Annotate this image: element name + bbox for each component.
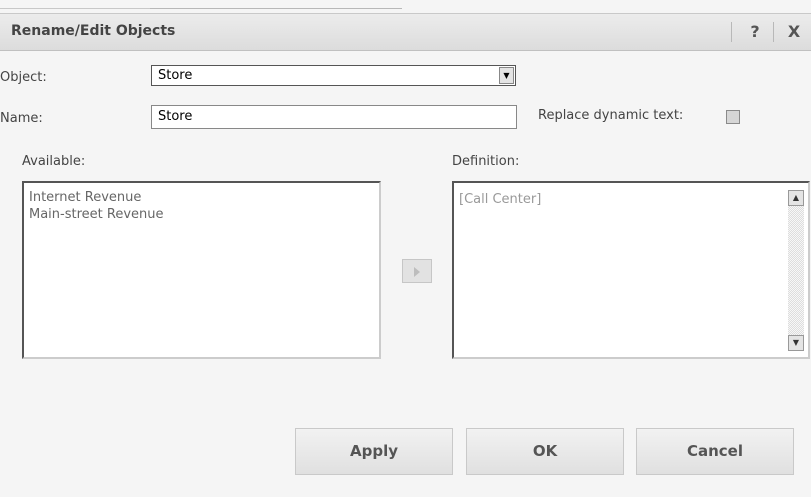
available-list[interactable]: Internet Revenue Main-street Revenue [22, 181, 381, 359]
close-button[interactable]: X [780, 20, 808, 44]
top-strip [0, 0, 811, 12]
name-field[interactable] [158, 109, 498, 124]
scrollbar-track[interactable] [788, 206, 804, 335]
list-item[interactable]: Main-street Revenue [24, 206, 164, 223]
dialog-titlebar: Rename/Edit Objects ? X [0, 13, 811, 51]
replace-dynamic-checkbox[interactable] [726, 110, 740, 124]
object-select[interactable]: Store ▼ [151, 65, 516, 86]
title-separator [773, 22, 774, 42]
move-button[interactable] [402, 259, 432, 283]
object-label: Object: [0, 70, 47, 85]
definition-list[interactable]: [Call Center] ▲ ▼ [452, 181, 810, 359]
list-item[interactable]: [Call Center] [454, 191, 541, 208]
object-select-value: Store [158, 68, 193, 83]
name-field-wrapper [151, 105, 517, 129]
list-item[interactable]: Internet Revenue [24, 189, 164, 206]
definition-label: Definition: [452, 154, 520, 169]
scroll-down-icon[interactable]: ▼ [788, 335, 804, 351]
help-button[interactable]: ? [741, 20, 769, 44]
cancel-button[interactable]: Cancel [636, 428, 794, 475]
right-arrow-icon [414, 267, 420, 277]
dialog-title: Rename/Edit Objects [11, 23, 176, 39]
title-separator [731, 22, 732, 42]
chevron-down-icon[interactable]: ▼ [499, 67, 514, 84]
available-label: Available: [22, 154, 86, 169]
scroll-up-icon[interactable]: ▲ [788, 190, 804, 206]
name-label: Name: [0, 111, 43, 126]
ok-button[interactable]: OK [466, 428, 624, 475]
top-divider [150, 8, 402, 9]
replace-dynamic-label: Replace dynamic text: [538, 108, 684, 123]
apply-button[interactable]: Apply [295, 428, 453, 475]
top-divider [0, 8, 150, 9]
